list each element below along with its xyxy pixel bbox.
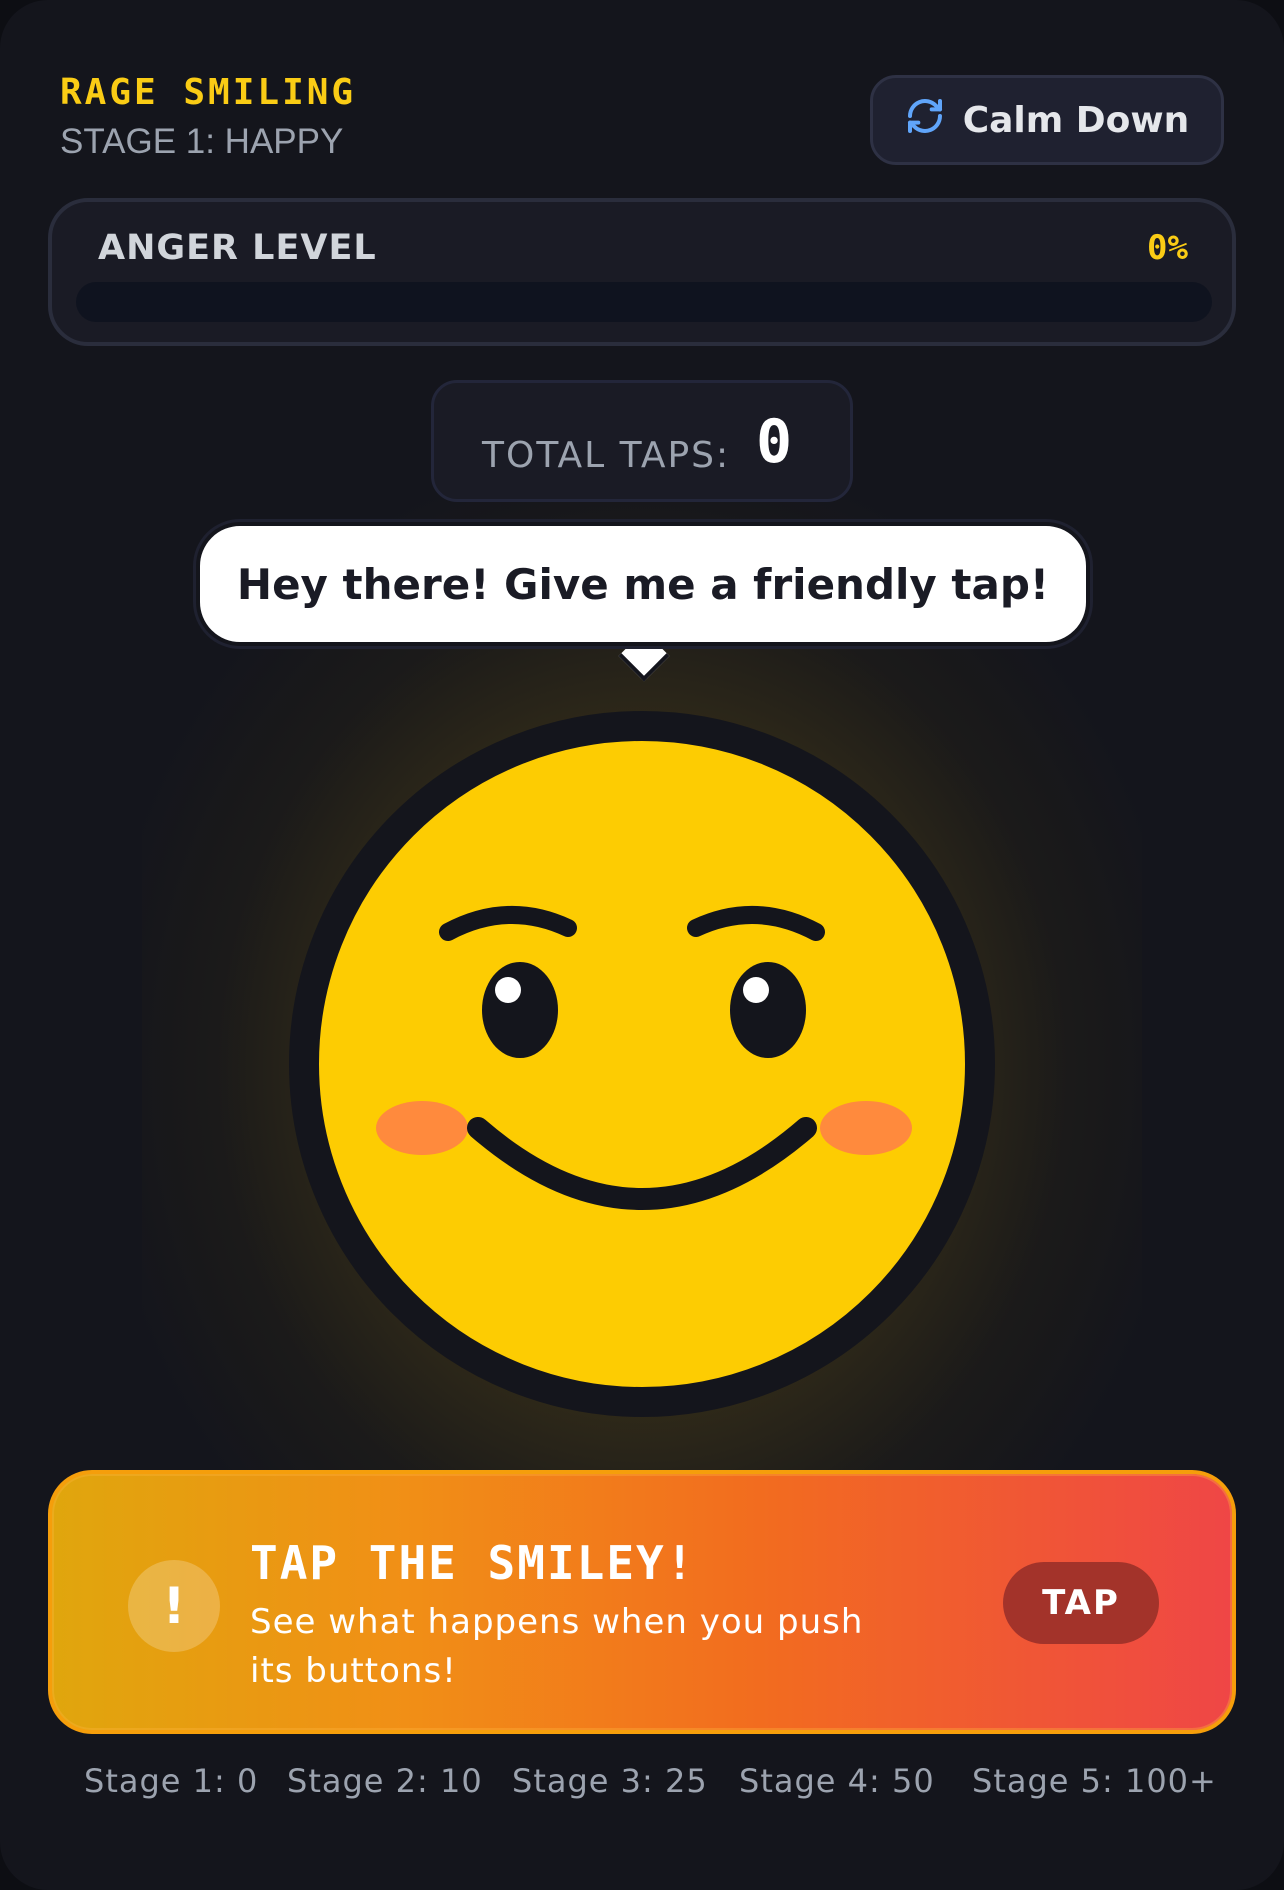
game-screen: RAGE SMILING STAGE 1: HAPPY Calm Down AN… — [0, 0, 1284, 1890]
total-taps-count: 0 — [756, 407, 793, 477]
right-eye — [730, 962, 806, 1058]
smiley-face[interactable] — [288, 710, 996, 1418]
anger-label: ANGER LEVEL — [98, 228, 377, 268]
speech-bubble-text: Hey there! Give me a friendly tap! — [236, 559, 1050, 609]
stage-label: STAGE 1: HAPPY — [60, 122, 344, 161]
stage-threshold-1: Stage 1: 0 — [84, 1762, 259, 1800]
stage-threshold-3: Stage 3: 25 — [512, 1762, 708, 1800]
total-taps-card: TOTAL TAPS: 0 — [431, 380, 853, 502]
stage-threshold-5: Stage 5: 100+ — [972, 1762, 1217, 1800]
refresh-icon — [905, 96, 945, 145]
left-eye — [482, 962, 558, 1058]
tap-button[interactable]: TAP — [1003, 1562, 1159, 1644]
calm-down-button[interactable]: Calm Down — [870, 75, 1224, 165]
tap-prompt-banner[interactable]: ! TAP THE SMILEY! See what happens when … — [48, 1470, 1236, 1734]
smiley-face-circle[interactable] — [289, 711, 995, 1417]
anger-value: 0% — [1147, 228, 1188, 268]
right-cheek — [820, 1101, 912, 1155]
left-eye-shine — [495, 977, 521, 1003]
right-eye-shine — [743, 977, 769, 1003]
stage-threshold-2: Stage 2: 10 — [287, 1762, 483, 1800]
left-cheek — [376, 1101, 468, 1155]
speech-bubble: Hey there! Give me a friendly tap! — [196, 522, 1090, 646]
tap-prompt-subtitle: See what happens when you push its butto… — [250, 1602, 864, 1691]
anger-progress-track — [76, 282, 1212, 322]
calm-down-label: Calm Down — [962, 99, 1190, 141]
tap-prompt-title: TAP THE SMILEY! — [250, 1536, 696, 1590]
anger-meter: ANGER LEVEL 0% — [48, 198, 1236, 346]
app-title: RAGE SMILING — [60, 72, 357, 113]
total-taps-label: TOTAL TAPS: — [482, 435, 731, 476]
alert-icon: ! — [128, 1560, 220, 1652]
stage-threshold-4: Stage 4: 50 — [739, 1762, 935, 1800]
